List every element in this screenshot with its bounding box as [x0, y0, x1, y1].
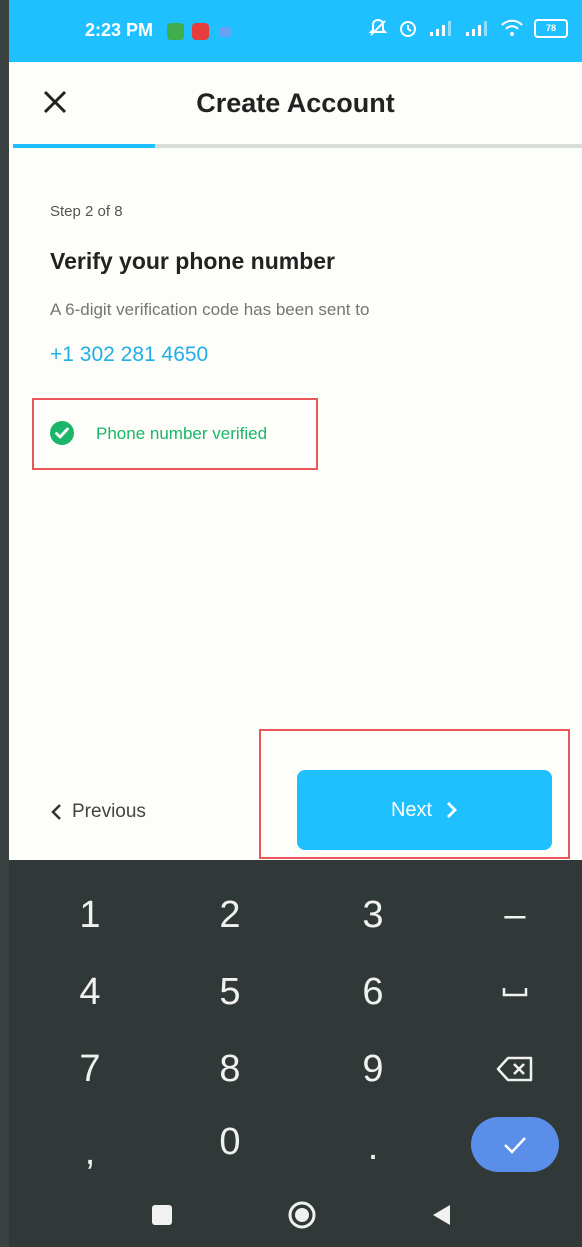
back-icon[interactable] — [430, 1203, 452, 1227]
section-heading: Verify your phone number — [50, 248, 335, 274]
numeric-keyboard: 1 2 3 – 4 5 6 7 8 9 , 0 . — [9, 860, 582, 1247]
key-5[interactable]: 5 — [170, 957, 290, 1027]
key-7[interactable]: 7 — [30, 1034, 150, 1104]
key-9[interactable]: 9 — [313, 1034, 433, 1104]
status-bar: 2:23 PM 78 — [9, 0, 582, 62]
key-0[interactable]: 0 — [170, 1107, 290, 1177]
notification-icon — [167, 23, 184, 40]
system-nav-bar — [9, 1185, 582, 1247]
wifi-icon — [501, 19, 523, 36]
space-icon — [502, 988, 528, 997]
checkmark-icon — [504, 1136, 526, 1154]
key-space[interactable] — [455, 957, 575, 1027]
key-backspace[interactable] — [455, 1034, 575, 1104]
next-button[interactable]: Next — [297, 770, 552, 850]
notification-icon — [219, 27, 231, 37]
signal-icon — [430, 21, 451, 36]
key-2[interactable]: 2 — [170, 880, 290, 950]
status-time: 2:23 PM — [85, 20, 154, 40]
key-period[interactable]: . — [313, 1112, 433, 1182]
notification-icon — [192, 23, 209, 40]
key-4[interactable]: 4 — [30, 957, 150, 1027]
phone-number: +1 302 281 4650 — [50, 343, 209, 366]
key-comma[interactable]: , — [30, 1117, 150, 1187]
page-title: Create Account — [196, 88, 395, 118]
next-button-label: Next — [390, 798, 433, 821]
chevron-right-icon — [447, 802, 458, 818]
battery-icon: 78 — [534, 18, 568, 38]
key-done[interactable] — [471, 1117, 559, 1172]
signal-icon — [466, 21, 487, 36]
step-progress-bar — [13, 144, 582, 148]
key-1[interactable]: 1 — [30, 880, 150, 950]
step-progress-fill — [13, 144, 156, 148]
step-label: Step 2 of 8 — [50, 203, 123, 220]
mute-bell-icon — [368, 18, 388, 36]
key-minus[interactable]: – — [455, 880, 575, 950]
app-header: Create Account — [9, 62, 582, 144]
backspace-icon — [496, 1056, 533, 1082]
key-3[interactable]: 3 — [313, 880, 433, 950]
key-6[interactable]: 6 — [313, 957, 433, 1027]
chevron-left-icon — [51, 804, 61, 820]
recents-icon[interactable] — [150, 1203, 174, 1227]
key-8[interactable]: 8 — [170, 1034, 290, 1104]
alarm-icon — [400, 21, 416, 37]
home-icon[interactable] — [288, 1201, 316, 1229]
verified-status-text: Phone number verified — [96, 424, 268, 443]
check-circle-icon — [50, 421, 74, 445]
status-icons: 78 — [368, 18, 568, 38]
previous-button[interactable]: Previous — [50, 798, 146, 826]
previous-button-label: Previous — [72, 801, 146, 822]
verification-description: A 6-digit verification code has been sen… — [50, 300, 370, 319]
